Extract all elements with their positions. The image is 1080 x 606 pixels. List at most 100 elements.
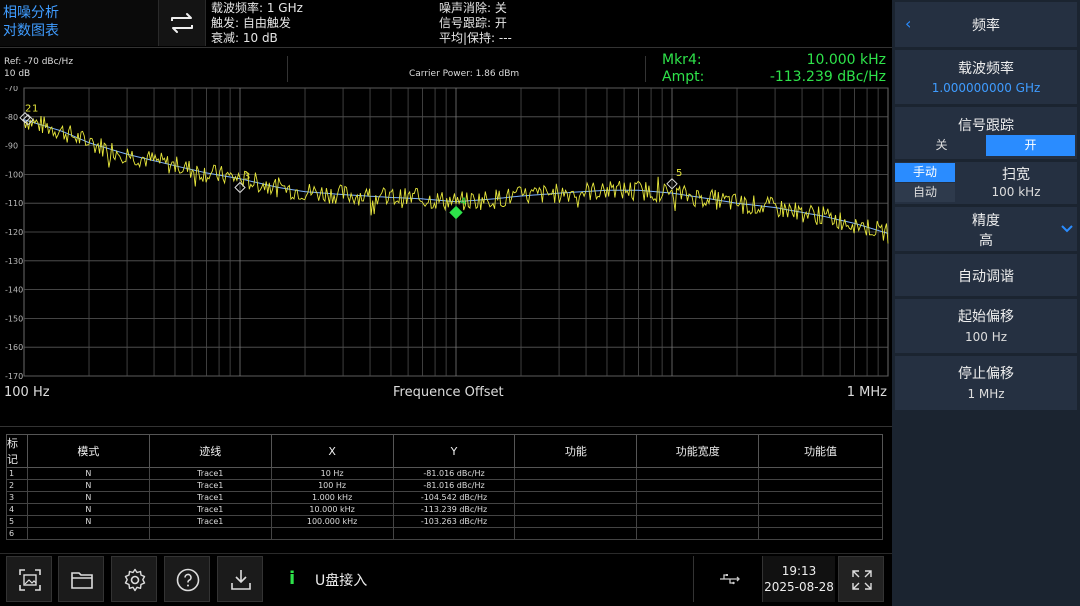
span-control[interactable]: 手动 自动 扫宽 100 kHz — [895, 162, 1077, 204]
table-header-cell: 功能值 — [758, 434, 883, 468]
info-icon: i — [289, 568, 296, 589]
folder-button[interactable] — [58, 556, 104, 602]
marker-1-label: 1 — [32, 104, 38, 115]
marker-table: 标记 模式 迹线 X Y 功能 功能宽度 功能值 1 N Trace1 10 Hz -81.016 d… — [6, 434, 883, 540]
y-tick-label: -70 — [5, 86, 18, 93]
table-cell: -81.016 dBc/Hz — [392, 467, 516, 480]
table-cell: 10 Hz — [270, 467, 394, 480]
carrier-freq-info: 载波频率: 1 GHz — [211, 1, 303, 15]
table-row[interactable]: 4 N Trace1 10.000 kHz -113.239 dBc/Hz — [6, 503, 883, 516]
table-cell — [758, 515, 883, 528]
phase-noise-chart[interactable]: -70 -80 -90 -100 -110 -120 -130 -140 -150 -160 -17… — [0, 86, 892, 382]
table-cell — [636, 503, 760, 516]
span-auto-option[interactable]: 自动 — [895, 183, 955, 202]
mode-title-line2: 对数图表 — [3, 23, 59, 39]
stop-offset-label: 停止偏移 — [958, 366, 1014, 382]
table-cell: -103.263 dBc/Hz — [392, 515, 516, 528]
chart-markers: 12 3 4 5 — [19, 104, 682, 220]
table-cell — [514, 491, 638, 504]
table-header-cell: Y — [392, 434, 516, 468]
panel-header[interactable]: ‹ 频率 — [895, 2, 1077, 47]
y-tick-label: -150 — [5, 314, 23, 323]
help-icon — [176, 568, 200, 592]
scale-div: 10 dB — [4, 69, 31, 79]
fullscreen-icon — [852, 570, 872, 590]
table-cell: -113.239 dBc/Hz — [392, 503, 516, 516]
table-cell — [758, 503, 883, 516]
span-manual-option[interactable]: 手动 — [895, 163, 955, 182]
table-cell: Trace1 — [148, 515, 272, 528]
noise-cancel-info: 噪声消除: 关 — [439, 1, 507, 15]
screenshot-icon — [19, 569, 41, 591]
signal-track-off-option[interactable]: 关 — [897, 135, 986, 156]
table-header-cell: 功能宽度 — [636, 434, 760, 468]
chart-grid — [23, 87, 889, 377]
signal-track-on-option[interactable]: 开 — [986, 135, 1075, 156]
start-offset-control[interactable]: 起始偏移 100 Hz — [895, 299, 1077, 353]
table-row[interactable]: 5 N Trace1 100.000 kHz -103.263 dBc/Hz — [6, 515, 883, 528]
table-cell: 100 Hz — [270, 479, 394, 492]
table-cell — [392, 527, 516, 540]
table-cell: Trace1 — [148, 491, 272, 504]
swap-icon — [171, 13, 193, 33]
table-cell: 3 — [6, 491, 28, 504]
trigger-info: 触发: 自由触发 — [211, 16, 291, 30]
precision-label: 精度 — [972, 213, 1000, 229]
mode-title[interactable]: 相噪分析 对数图表 — [0, 0, 158, 46]
stop-offset-control[interactable]: 停止偏移 1 MHz — [895, 356, 1077, 410]
gear-icon — [124, 568, 146, 592]
screenshot-button[interactable] — [6, 556, 52, 602]
table-header-cell: 功能 — [514, 434, 638, 468]
download-icon — [231, 570, 251, 590]
help-button[interactable] — [164, 556, 210, 602]
y-tick-label: -110 — [5, 199, 23, 208]
table-row[interactable]: 2 N Trace1 100 Hz -81.016 dBc/Hz — [6, 479, 883, 492]
y-tick-label: -140 — [5, 286, 23, 295]
auto-tune-button[interactable]: 自动调谐 — [895, 254, 1077, 296]
table-row[interactable]: 1 N Trace1 10 Hz -81.016 dBc/Hz — [6, 467, 883, 480]
signal-track-label: 信号跟踪 — [958, 118, 1014, 134]
panel-title: 频率 — [972, 18, 1000, 34]
precision-control[interactable]: 精度 高 — [895, 207, 1077, 251]
table-cell: N — [26, 491, 150, 504]
signal-track-info: 信号跟踪: 开 — [439, 16, 507, 30]
carrier-freq-value: 1.000000000 GHz — [931, 81, 1041, 95]
table-cell: N — [26, 479, 150, 492]
table-cell: 2 — [6, 479, 28, 492]
marker-4-symbol — [449, 205, 463, 220]
settings-button[interactable] — [111, 556, 157, 602]
table-cell: 4 — [6, 503, 28, 516]
table-cell — [514, 503, 638, 516]
ampt-label: Ampt: — [662, 69, 705, 85]
swap-button[interactable] — [158, 0, 206, 46]
x-axis-title: Frequence Offset — [393, 385, 504, 400]
header-divider — [0, 47, 892, 48]
table-row[interactable]: 6 — [6, 527, 883, 540]
table-cell — [514, 515, 638, 528]
table-cell: Trace1 — [148, 467, 272, 480]
fullscreen-button[interactable] — [838, 556, 884, 602]
y-tick-label: -120 — [5, 228, 23, 237]
y-tick-label: -90 — [5, 142, 18, 151]
table-cell — [514, 479, 638, 492]
table-cell: N — [26, 467, 150, 480]
table-row[interactable]: 3 N Trace1 1.000 kHz -104.542 dBc/Hz — [6, 491, 883, 504]
divider — [645, 56, 646, 82]
table-cell: 6 — [6, 527, 28, 540]
mkr-value: 10.000 kHz — [806, 52, 886, 68]
clock-time: 19:13 — [781, 564, 817, 578]
carrier-freq-control[interactable]: 载波频率 1.000000000 GHz — [895, 50, 1077, 104]
table-cell — [270, 527, 394, 540]
download-button[interactable] — [217, 556, 263, 602]
ref-level: Ref: -70 dBc/Hz — [4, 57, 74, 67]
clock: 19:13 2025-08-28 — [762, 556, 835, 602]
table-cell: 10.000 kHz — [270, 503, 394, 516]
carrier-power: Carrier Power: 1.86 dBm — [409, 69, 520, 79]
table-cell — [514, 527, 638, 540]
stop-offset-value: 1 MHz — [967, 387, 1005, 401]
marker-2-label: 2 — [25, 104, 31, 115]
table-cell: 1 — [6, 467, 28, 480]
table-cell: Trace1 — [148, 503, 272, 516]
usb-status — [693, 556, 762, 602]
start-offset-value: 100 Hz — [964, 330, 1008, 344]
